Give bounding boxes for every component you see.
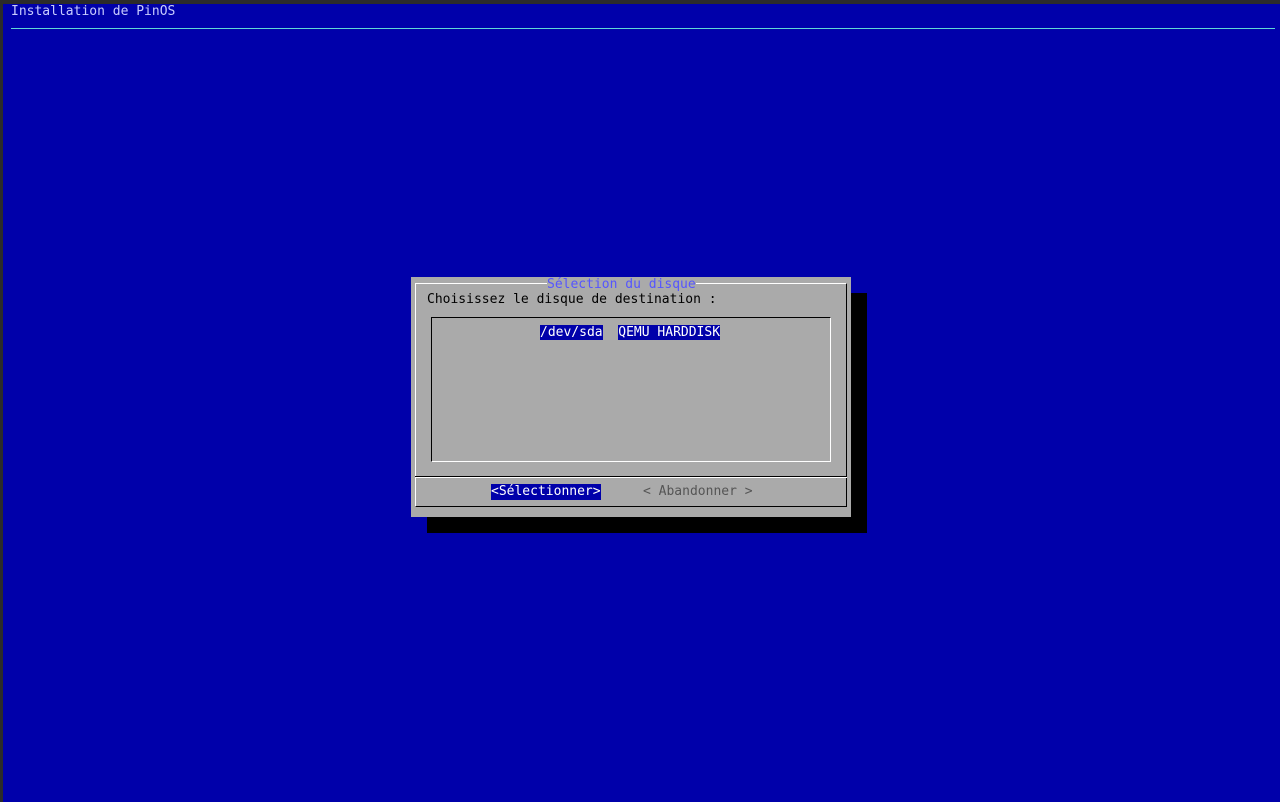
cancel-button[interactable]: < Abandonner >	[643, 484, 753, 500]
backtitle: Installation de PinOS	[11, 4, 176, 19]
select-button[interactable]: <Sélectionner>	[491, 484, 601, 500]
dialog-prompt: Choisissez le disque de destination :	[427, 292, 717, 307]
button-row-divider-highlight	[415, 477, 847, 478]
disk-selection-dialog: Sélection du disque Choisissez le disque…	[411, 277, 851, 517]
backtitle-divider	[11, 28, 1275, 29]
disk-tag: /dev/sda	[540, 325, 603, 340]
disk-list: /dev/sda QEMU HARDDISK	[431, 317, 831, 462]
dialog-title: Sélection du disque	[547, 277, 696, 293]
disk-description: QEMU HARDDISK	[618, 325, 721, 340]
list-item-sda[interactable]: /dev/sda QEMU HARDDISK	[540, 325, 721, 341]
installer-screen: Installation de PinOS Sélection du disqu…	[3, 4, 1280, 802]
